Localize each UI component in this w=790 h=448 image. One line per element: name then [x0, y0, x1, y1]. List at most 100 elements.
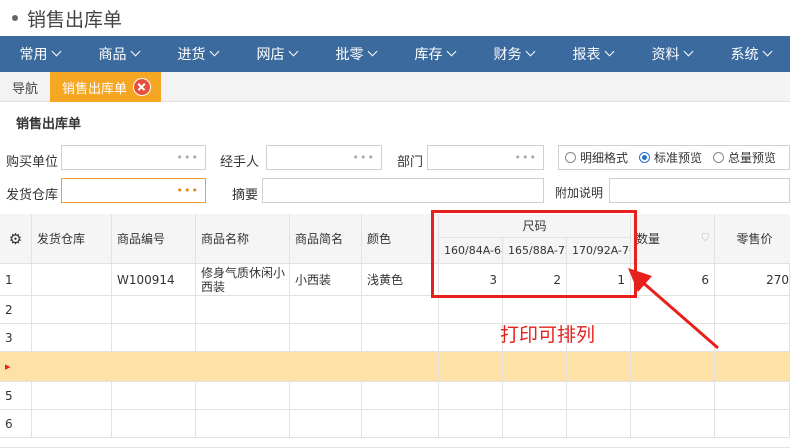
cell-price[interactable]: [715, 410, 790, 438]
cell-price[interactable]: [715, 382, 790, 410]
cell-size-qty[interactable]: [439, 324, 503, 352]
column-header[interactable]: 发货仓库: [32, 214, 112, 264]
cell-size-qty[interactable]: [439, 296, 503, 324]
cell-name[interactable]: [196, 410, 290, 438]
radio-standard-preview[interactable]: 标准预览: [639, 149, 702, 166]
menu-label: 库存: [414, 47, 443, 63]
cell-color[interactable]: [362, 296, 439, 324]
dept-field[interactable]: •••: [427, 145, 544, 170]
cell-short-name[interactable]: 小西装: [290, 264, 362, 296]
cell-color[interactable]: [362, 352, 439, 382]
cell-warehouse[interactable]: [32, 264, 112, 296]
row-number: 2: [0, 296, 32, 324]
cell-warehouse[interactable]: [32, 296, 112, 324]
cell-size-qty[interactable]: [503, 382, 567, 410]
ellipsis-icon[interactable]: •••: [177, 151, 199, 164]
buyer-label: 购买单位: [6, 155, 59, 170]
cell-short-name[interactable]: [290, 410, 362, 438]
menu-label: 常用: [19, 47, 48, 63]
radio-detail-format[interactable]: 明细格式: [565, 149, 628, 166]
menu-item-online-store[interactable]: 网店: [237, 36, 316, 72]
chevron-down-icon: [446, 46, 456, 57]
cell-short-name[interactable]: [290, 352, 362, 382]
cell-size-qty[interactable]: [567, 410, 631, 438]
note-field[interactable]: [609, 178, 790, 203]
menu-label: 网店: [256, 47, 285, 63]
cell-size-qty[interactable]: [567, 382, 631, 410]
cell-size-qty[interactable]: [439, 410, 503, 438]
column-header[interactable]: 零售价: [715, 214, 790, 264]
menu-item-wholesale[interactable]: 批零: [316, 36, 395, 72]
cell-qty[interactable]: [631, 382, 715, 410]
cell-color[interactable]: [362, 410, 439, 438]
tab-label: 销售出库单: [62, 81, 128, 97]
close-icon[interactable]: [133, 78, 152, 96]
cell-code[interactable]: [112, 352, 196, 382]
menu-label: 商品: [98, 47, 127, 63]
menu-label: 报表: [572, 47, 601, 63]
cell-name[interactable]: [196, 296, 290, 324]
summary-field[interactable]: [262, 178, 544, 203]
column-header[interactable]: 商品编号: [112, 214, 196, 264]
radio-total-preview[interactable]: 总量预览: [713, 149, 776, 166]
arrow-icon: [628, 268, 719, 350]
menu-item-common[interactable]: 常用: [0, 36, 79, 72]
cell-name[interactable]: [196, 352, 290, 382]
cell-size-qty[interactable]: [503, 352, 567, 382]
column-header[interactable]: 商品名称: [196, 214, 290, 264]
column-header[interactable]: 商品简名: [290, 214, 362, 264]
tab-sales-outbound[interactable]: 销售出库单: [50, 72, 162, 102]
cell-color[interactable]: [362, 324, 439, 352]
cell-size-qty[interactable]: [439, 382, 503, 410]
handler-field[interactable]: •••: [266, 145, 382, 170]
row-number: 3: [0, 324, 32, 352]
row-number: 6: [0, 410, 32, 438]
cell-code[interactable]: [112, 324, 196, 352]
menu-item-inventory[interactable]: 库存: [395, 36, 474, 72]
view-format-options: 明细格式 标准预览 总量预览: [558, 145, 790, 170]
cell-qty[interactable]: [631, 410, 715, 438]
radio-label: 总量预览: [728, 151, 777, 165]
menu-item-reports[interactable]: 报表: [553, 36, 632, 72]
summary-label: 摘要: [232, 188, 259, 203]
chevron-down-icon: [525, 46, 535, 57]
warehouse-field[interactable]: •••: [61, 178, 206, 203]
menu-item-purchase[interactable]: 进货: [158, 36, 237, 72]
cell-code[interactable]: [112, 410, 196, 438]
cell-short-name[interactable]: [290, 324, 362, 352]
cell-code[interactable]: W100914: [112, 264, 196, 296]
cell-color[interactable]: [362, 382, 439, 410]
menu-item-data[interactable]: 资料: [632, 36, 711, 72]
cell-code[interactable]: [112, 382, 196, 410]
tab-navigation[interactable]: 导航: [0, 72, 50, 102]
shield-icon: ⛉: [701, 233, 710, 244]
menu-item-goods[interactable]: 商品: [79, 36, 158, 72]
ellipsis-icon[interactable]: •••: [177, 184, 199, 197]
cell-warehouse[interactable]: [32, 324, 112, 352]
row-number: 1: [0, 264, 32, 296]
cell-code[interactable]: [112, 296, 196, 324]
ellipsis-icon[interactable]: •••: [353, 151, 375, 164]
cell-warehouse[interactable]: [32, 352, 112, 382]
cell-name[interactable]: 修身气质休闲小 西装: [196, 264, 290, 296]
cell-name[interactable]: [196, 324, 290, 352]
buyer-field[interactable]: •••: [61, 145, 206, 170]
menu-item-system[interactable]: 系统: [711, 36, 790, 72]
cell-short-name[interactable]: [290, 296, 362, 324]
cell-name[interactable]: [196, 382, 290, 410]
menu-item-finance[interactable]: 财务: [474, 36, 553, 72]
chevron-down-icon: [604, 46, 614, 57]
ellipsis-icon[interactable]: •••: [515, 151, 537, 164]
column-header[interactable]: 颜色: [362, 214, 439, 264]
page-title-text: 销售出库单: [27, 8, 123, 31]
bullet-icon: [12, 15, 18, 21]
column-header[interactable]: 数量 ⛉: [631, 214, 715, 264]
cell-size-qty[interactable]: [503, 410, 567, 438]
cell-short-name[interactable]: [290, 382, 362, 410]
cell-warehouse[interactable]: [32, 410, 112, 438]
cell-warehouse[interactable]: [32, 382, 112, 410]
gear-icon[interactable]: ⚙: [0, 214, 32, 264]
radio-label: 标准预览: [654, 151, 703, 165]
cell-size-qty[interactable]: [439, 352, 503, 382]
cell-color[interactable]: 浅黄色: [362, 264, 439, 296]
